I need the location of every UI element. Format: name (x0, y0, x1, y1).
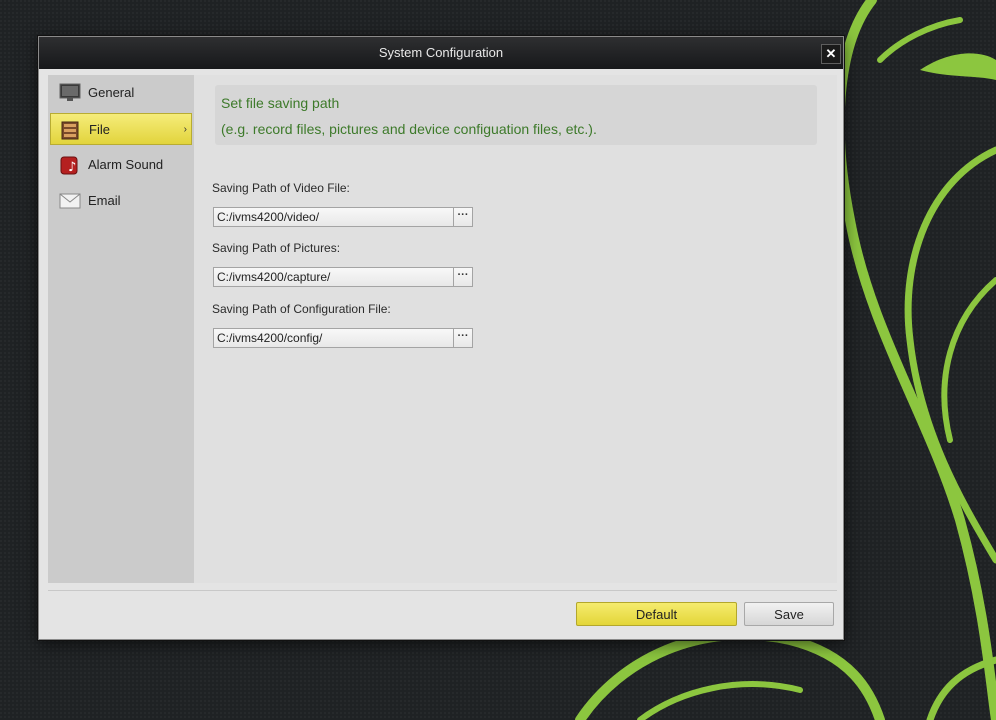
sidebar-item-file[interactable]: File › (50, 113, 192, 145)
file-folder-icon (61, 121, 79, 140)
sidebar-item-label: General (88, 85, 135, 100)
envelope-icon (59, 193, 81, 209)
dialog-body: General File › ♪ Alarm Sound Email Set f… (48, 75, 837, 583)
browse-config-path-button[interactable]: ··· (453, 329, 472, 347)
monitor-icon (59, 83, 81, 101)
sidebar-item-label: File (89, 122, 110, 137)
sidebar-item-label: Alarm Sound (88, 157, 164, 172)
alarm-sound-icon: ♪ (60, 156, 78, 175)
pictures-path-field[interactable]: C:/ivms4200/capture/ ··· (213, 267, 473, 287)
hint-box: Set file saving path (e.g. record files,… (215, 85, 817, 145)
chevron-right-icon: › (183, 124, 187, 135)
footer-divider (48, 590, 837, 591)
hint-detail: (e.g. record files, pictures and device … (221, 121, 597, 137)
dialog-title: System Configuration (39, 37, 843, 69)
video-path-label: Saving Path of Video File: (212, 181, 350, 195)
sidebar-item-alarm-sound[interactable]: ♪ Alarm Sound (50, 149, 192, 181)
hint-title: Set file saving path (221, 95, 340, 111)
default-button[interactable]: Default (576, 602, 737, 626)
sidebar-item-label: Email (88, 193, 121, 208)
config-path-label: Saving Path of Configuration File: (212, 302, 391, 316)
save-button[interactable]: Save (744, 602, 834, 626)
video-path-field[interactable]: C:/ivms4200/video/ ··· (213, 207, 473, 227)
sidebar-item-general[interactable]: General (50, 77, 192, 109)
sidebar: General File › ♪ Alarm Sound Email (48, 75, 194, 583)
close-button[interactable]: ✕ (821, 44, 841, 64)
svg-text:♪: ♪ (68, 160, 76, 175)
pictures-path-value: C:/ivms4200/capture/ (217, 270, 331, 284)
config-path-field[interactable]: C:/ivms4200/config/ ··· (213, 328, 473, 348)
system-configuration-dialog: System Configuration ✕ General File › ♪ … (38, 36, 844, 640)
browse-pictures-path-button[interactable]: ··· (453, 268, 472, 286)
browse-video-path-button[interactable]: ··· (453, 208, 472, 226)
file-settings-panel: Set file saving path (e.g. record files,… (194, 75, 837, 583)
pictures-path-label: Saving Path of Pictures: (212, 241, 341, 255)
sidebar-item-email[interactable]: Email (50, 185, 192, 217)
video-path-value: C:/ivms4200/video/ (217, 210, 320, 224)
config-path-value: C:/ivms4200/config/ (217, 331, 323, 345)
